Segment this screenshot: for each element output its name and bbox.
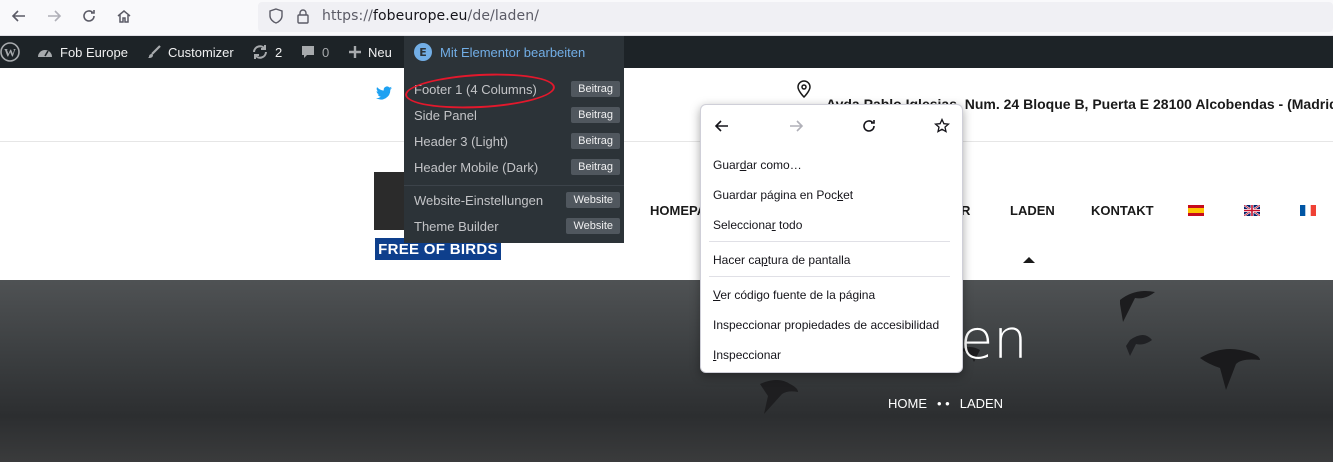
elementor-menu-item[interactable]: Website-Einstellungen Website — [414, 188, 620, 212]
breadcrumb: HOME • • LADEN — [888, 396, 1003, 411]
nav-item-kontakt[interactable]: KONTAKT — [1091, 203, 1154, 218]
ctx-view-source[interactable]: Ver código fuente de la página — [713, 288, 875, 302]
menu-item-badge: Beitrag — [571, 81, 620, 97]
flag-fr-icon[interactable] — [1300, 205, 1316, 216]
top-info-bar: Avda Pablo Iglesias, Num. 24 Bloque B, P… — [0, 68, 1333, 142]
reload-icon[interactable] — [75, 4, 103, 28]
ctx-text: todo — [775, 218, 803, 232]
nav-item-laden[interactable]: LADEN — [1010, 203, 1055, 218]
new-label: Neu — [368, 44, 392, 60]
location-pin-icon — [797, 80, 811, 103]
updates-count: 2 — [275, 44, 283, 60]
elementor-menu-item[interactable]: Theme Builder Website — [414, 214, 620, 238]
menu-item-label: Header 3 (Light) — [414, 133, 508, 149]
comment-icon — [302, 46, 314, 58]
menu-item-badge: Website — [566, 192, 620, 208]
ctx-bookmark-icon[interactable] — [931, 115, 953, 137]
ctx-divider — [709, 276, 950, 277]
menu-item-label: Header Mobile (Dark) — [414, 159, 539, 175]
elementor-dropdown: Footer 1 (4 Columns) Beitrag Side Panel … — [404, 68, 624, 243]
hero-title: en — [960, 308, 1028, 371]
back-icon[interactable] — [5, 4, 33, 28]
dashboard-icon — [38, 50, 52, 57]
menu-item-label: Website-Einstellungen — [414, 192, 544, 208]
menu-divider — [404, 185, 624, 186]
ctx-screenshot[interactable]: Hacer captura de pantalla — [713, 253, 850, 267]
menu-item-label: Side Panel — [414, 107, 477, 123]
ctx-text: Guardar página en Poc — [713, 188, 838, 202]
ctx-text: Hacer ca — [713, 253, 762, 267]
logo-mark[interactable] — [374, 172, 406, 230]
customizer-label: Customizer — [168, 44, 234, 60]
home-icon[interactable] — [110, 4, 138, 28]
ctx-reload-icon[interactable] — [858, 115, 880, 137]
menu-item-badge: Beitrag — [571, 107, 620, 123]
ctx-text: ar como… — [746, 158, 802, 172]
elementor-menu-item[interactable]: Header 3 (Light) Beitrag — [414, 129, 620, 153]
admin-customizer-link[interactable]: Customizer — [146, 36, 234, 68]
elementor-icon: E — [414, 43, 432, 61]
context-menu: Guardar como… Guardar página en Pocket S… — [700, 104, 963, 373]
menu-item-badge: Beitrag — [571, 159, 620, 175]
ctx-text: tura de pantalla — [767, 253, 851, 267]
menu-item-label: Footer 1 (4 Columns) — [414, 81, 537, 97]
admin-new-link[interactable]: Neu — [348, 36, 392, 68]
ctx-accesskey: p — [761, 253, 768, 267]
url-prefix: https:// — [322, 8, 373, 24]
wp-logo-icon[interactable]: W — [0, 36, 20, 68]
site-name-label: Fob Europe — [60, 44, 128, 60]
url-text[interactable]: https://fobeurope.eu/de/laden/ — [322, 8, 539, 24]
shield-icon[interactable] — [268, 8, 284, 29]
ctx-text: Selecciona — [713, 218, 772, 232]
ctx-text: er código fuente de la página — [720, 288, 876, 302]
twitter-icon[interactable] — [376, 86, 392, 105]
ctx-save-as[interactable]: Guardar como… — [713, 158, 802, 172]
breadcrumb-current: LADEN — [959, 396, 1004, 411]
browser-toolbar: https://fobeurope.eu/de/laden/ — [0, 0, 1333, 36]
page-hero: en HOME • • LADEN — [0, 280, 1333, 462]
admin-comments-link[interactable]: 0 — [300, 36, 329, 68]
ctx-back-icon[interactable] — [711, 115, 733, 137]
nav-item-homepage[interactable]: HOMEPA — [650, 203, 706, 218]
birds-background — [760, 291, 1260, 414]
ctx-text: nspeccionar — [716, 348, 782, 362]
breadcrumb-separator: • • — [937, 396, 950, 411]
lock-icon[interactable] — [296, 8, 310, 29]
wp-admin-bar: W Fob Europe Customizer 2 0 Neu E Mit El… — [0, 36, 1333, 68]
ctx-text: Inspeccionar propiedades de accesibilida… — [713, 318, 940, 332]
menu-item-badge: Beitrag — [571, 133, 620, 149]
menu-item-badge: Website — [566, 218, 620, 234]
admin-site-link[interactable]: Fob Europe — [36, 36, 128, 68]
admin-updates-link[interactable]: 2 — [251, 36, 282, 68]
elementor-menu-item[interactable]: Side Panel Beitrag — [414, 103, 620, 127]
ctx-text: Guar — [713, 158, 740, 172]
admin-elementor-link[interactable]: E Mit Elementor bearbeiten — [404, 36, 624, 68]
url-path: /de/laden/ — [467, 8, 540, 24]
comments-count: 0 — [322, 44, 330, 60]
brush-icon — [148, 45, 161, 58]
ctx-select-all[interactable]: Seleccionar todo — [713, 218, 802, 232]
url-domain: fobeurope.eu — [372, 8, 468, 24]
nav-active-caret — [1023, 257, 1035, 263]
ctx-divider — [709, 241, 950, 242]
ctx-inspect[interactable]: Inspeccionar — [713, 348, 781, 362]
svg-text:W: W — [4, 46, 16, 60]
menu-item-label: Theme Builder — [414, 218, 499, 234]
site-header: FREE OF BIRDS HOMEPA R LADEN KONTAKT — [0, 142, 1333, 280]
ctx-inspect-accessibility[interactable]: Inspeccionar propiedades de accesibilida… — [713, 318, 939, 332]
breadcrumb-home[interactable]: HOME — [888, 396, 927, 411]
updates-icon — [253, 45, 267, 59]
plus-icon — [349, 46, 361, 58]
elementor-menu-item[interactable]: Header Mobile (Dark) Beitrag — [414, 155, 620, 179]
ctx-forward-icon[interactable] — [785, 115, 807, 137]
elementor-label: Mit Elementor bearbeiten — [440, 44, 586, 60]
forward-icon[interactable] — [40, 4, 68, 28]
flag-gb-icon[interactable] — [1244, 205, 1260, 216]
ctx-save-pocket[interactable]: Guardar página en Pocket — [713, 188, 853, 202]
ctx-text: et — [843, 188, 854, 202]
flag-es-icon[interactable] — [1188, 205, 1204, 216]
elementor-menu-item[interactable]: Footer 1 (4 Columns) Beitrag — [414, 77, 620, 101]
